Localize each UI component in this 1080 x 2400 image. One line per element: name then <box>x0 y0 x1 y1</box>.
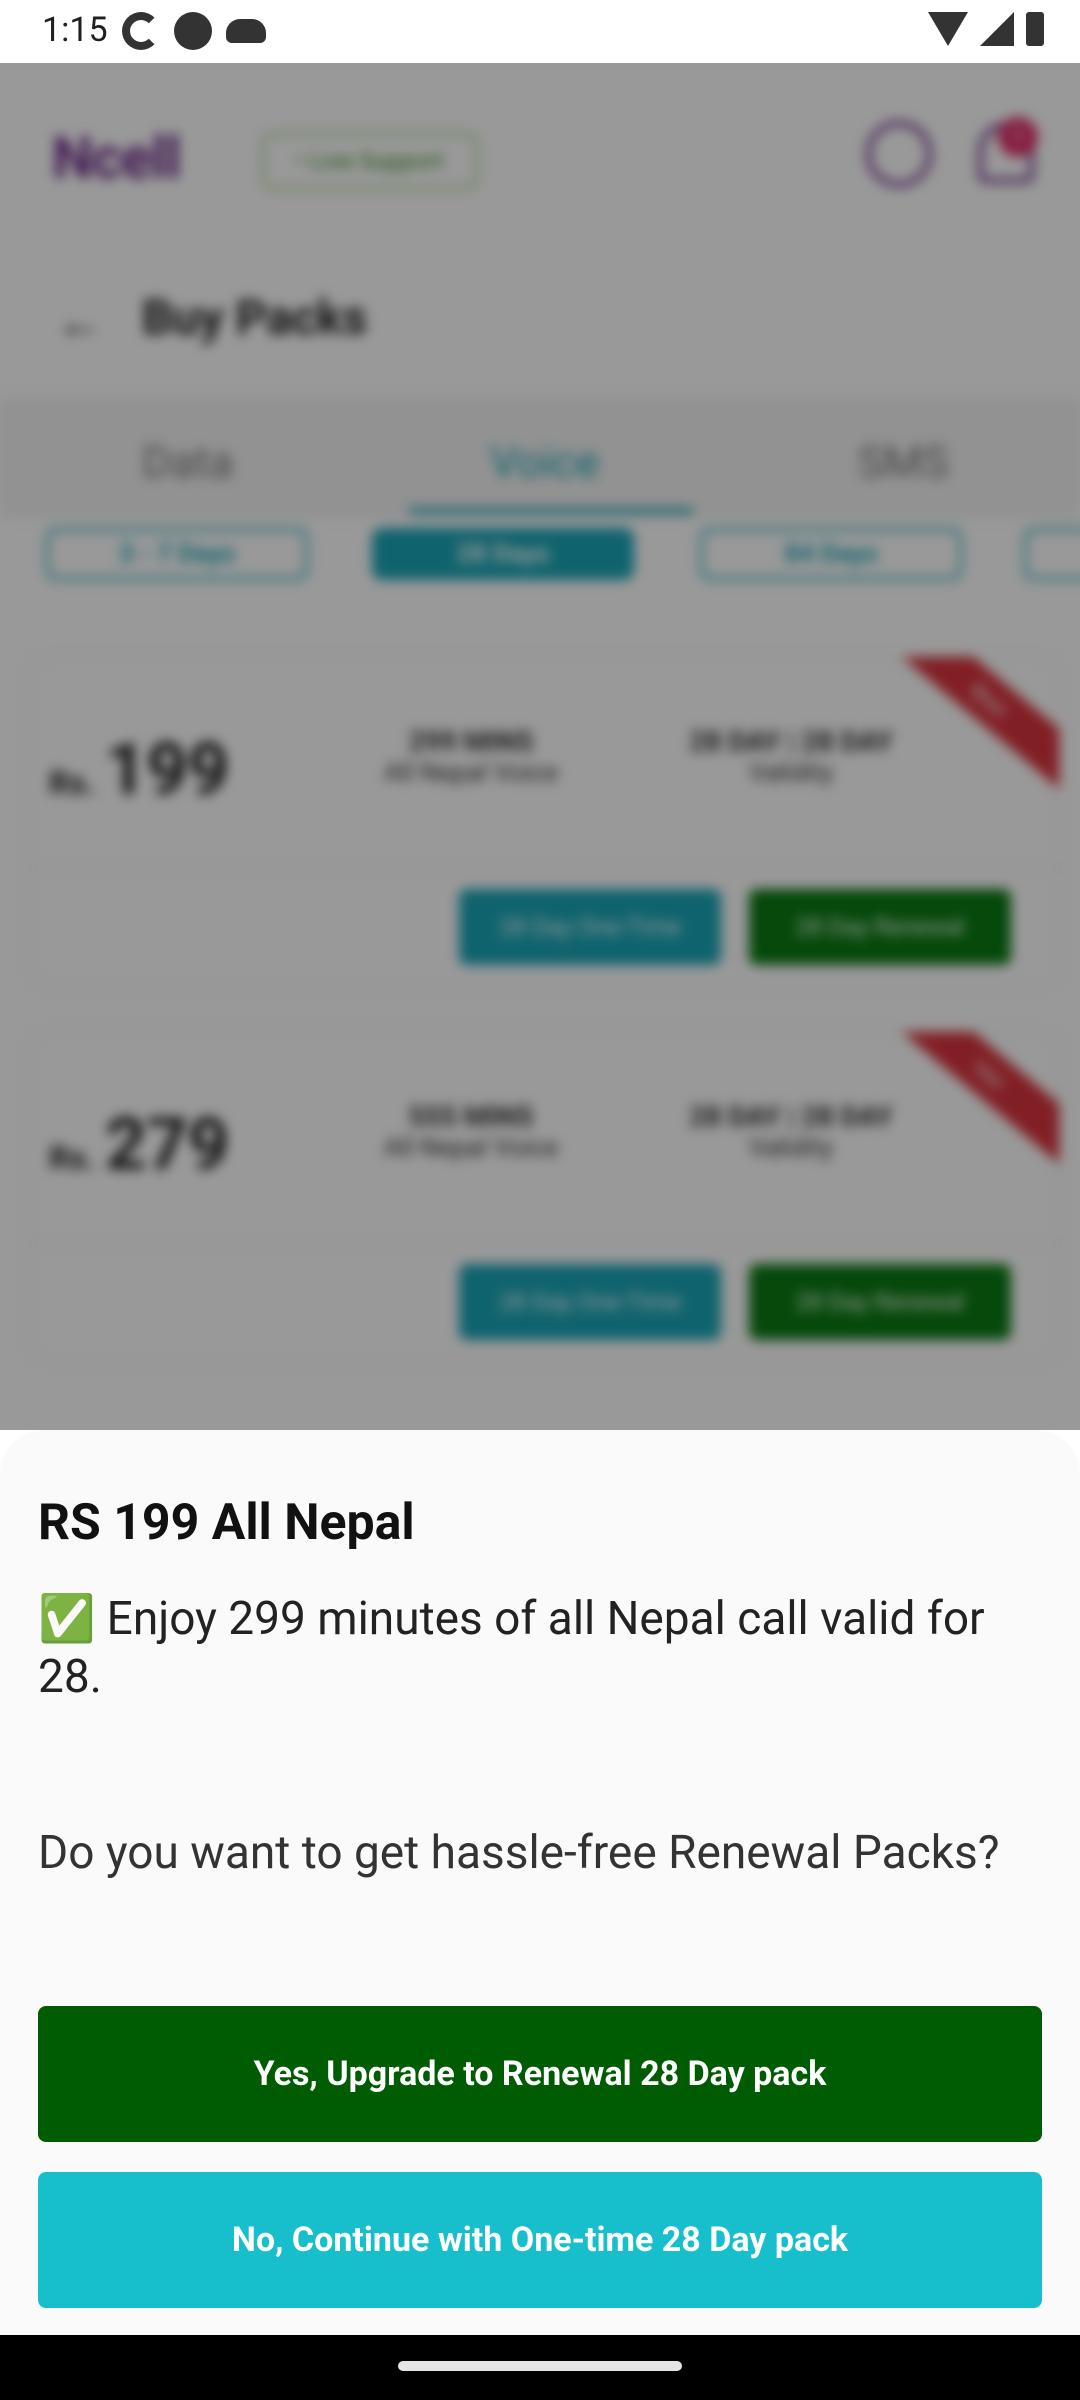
status-icons-left <box>122 12 266 50</box>
battery-icon <box>1026 12 1044 46</box>
scrim-overlay[interactable] <box>0 63 1080 1430</box>
sheet-title: RS 199 All Nepal <box>38 1494 415 1552</box>
sheet-question: Do you want to get hassle-free Renewal P… <box>38 1826 1000 1880</box>
status-bar: 1:15 <box>0 0 1080 63</box>
upgrade-renewal-button[interactable]: Yes, Upgrade to Renewal 28 Day pack <box>38 2006 1042 2142</box>
signal-icon <box>980 12 1014 46</box>
status-icons-right <box>928 12 1044 46</box>
sync-icon <box>122 12 160 50</box>
home-gesture-handle[interactable] <box>398 2361 682 2371</box>
background-app: Ncell • Live Support 1 ← Buy Packs Data … <box>0 63 1080 1430</box>
status-time: 1:15 <box>42 10 108 50</box>
continue-one-time-button[interactable]: No, Continue with One-time 28 Day pack <box>38 2172 1042 2308</box>
renewal-bottom-sheet: RS 199 All Nepal ✅ Enjoy 299 minutes of … <box>0 1430 1080 2335</box>
wifi-icon <box>928 12 968 46</box>
sheet-description: ✅ Enjoy 299 minutes of all Nepal call va… <box>38 1592 985 1704</box>
cloud-icon <box>226 19 266 43</box>
navigation-bar <box>0 2335 1080 2400</box>
circle-icon <box>174 12 212 50</box>
